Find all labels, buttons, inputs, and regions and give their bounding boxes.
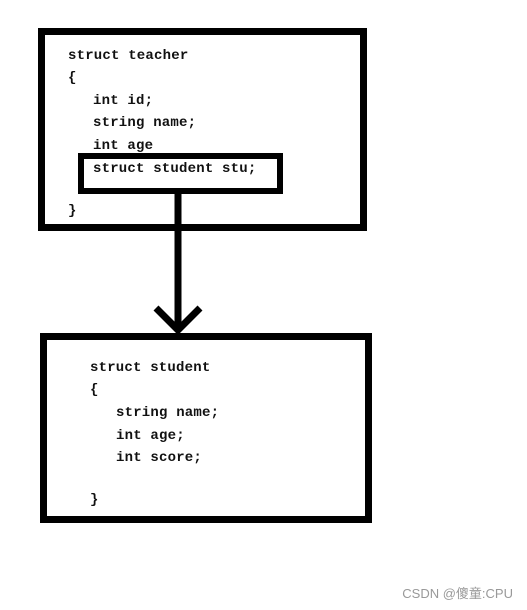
student-line: }: [90, 492, 99, 508]
student-line: int age;: [116, 428, 185, 444]
watermark: CSDN @傻童:CPU: [402, 586, 513, 601]
student-line: string name;: [116, 405, 220, 421]
student-line: {: [90, 382, 99, 398]
student-line: struct student: [90, 360, 211, 376]
student-line: int score;: [116, 450, 203, 466]
